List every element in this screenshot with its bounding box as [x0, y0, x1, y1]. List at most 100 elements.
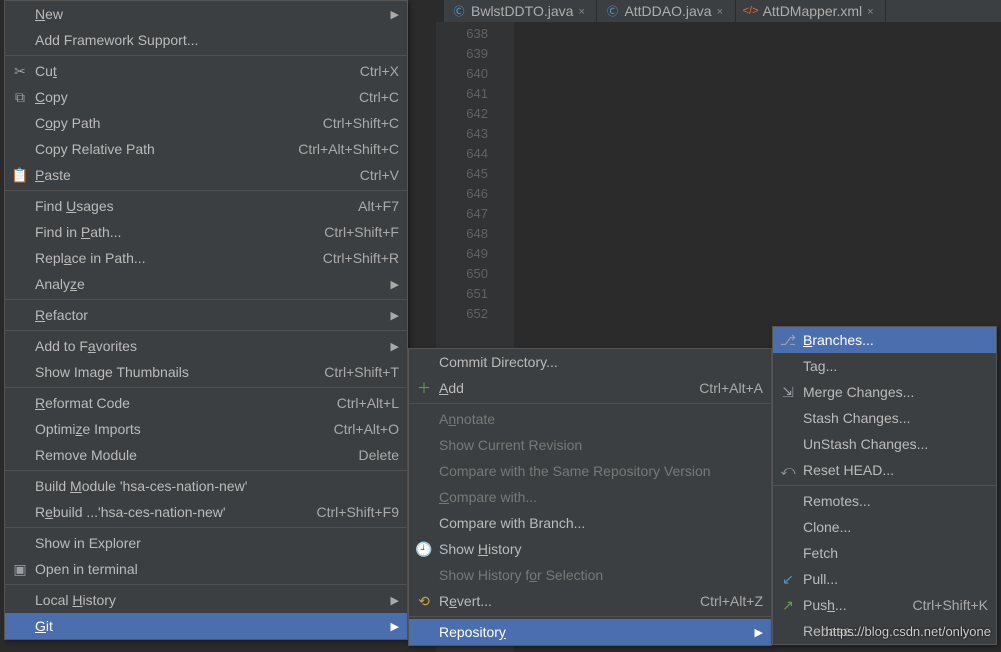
menu-item[interactable]: Refactor▶	[5, 302, 407, 328]
menu-item-label: Reformat Code	[35, 395, 317, 411]
close-icon[interactable]: ×	[717, 6, 727, 16]
menu-item[interactable]: Copy PathCtrl+Shift+C	[5, 110, 407, 136]
menu-shortcut: Ctrl+Alt+A	[699, 380, 763, 396]
menu-separator	[5, 584, 407, 585]
menu-item[interactable]: ⎇Branches...	[773, 327, 996, 353]
menu-item[interactable]: ＋AddCtrl+Alt+A	[409, 375, 771, 401]
revert-icon: ⟲	[415, 592, 433, 610]
menu-shortcut: Ctrl+Alt+Shift+C	[298, 141, 399, 157]
menu-item[interactable]: New▶	[5, 1, 407, 27]
menu-item[interactable]: Remotes...	[773, 488, 996, 514]
menu-shortcut: Ctrl+X	[360, 63, 399, 79]
menu-item-label: Add Framework Support...	[35, 32, 399, 48]
menu-item[interactable]: Find in Path...Ctrl+Shift+F	[5, 219, 407, 245]
menu-item[interactable]: ⇲Merge Changes...	[773, 379, 996, 405]
menu-item-label: Fetch	[803, 545, 988, 561]
menu-item-label: Remotes...	[803, 493, 988, 509]
menu-item[interactable]: 🕘Show History	[409, 536, 771, 562]
menu-item[interactable]: Local History▶	[5, 587, 407, 613]
menu-separator	[5, 387, 407, 388]
menu-item[interactable]: Reformat CodeCtrl+Alt+L	[5, 390, 407, 416]
line-number: 649	[436, 244, 514, 264]
menu-item[interactable]: Compare with Branch...	[409, 510, 771, 536]
menu-item[interactable]: Tag...	[773, 353, 996, 379]
menu-item-label: Compare with the Same Repository Version	[439, 463, 763, 479]
menu-separator	[773, 485, 996, 486]
menu-item[interactable]: Clone...	[773, 514, 996, 540]
menu-item[interactable]: Add Framework Support...	[5, 27, 407, 53]
line-number: 641	[436, 84, 514, 104]
menu-separator	[409, 403, 771, 404]
menu-item[interactable]: Build Module 'hsa-ces-nation-new'	[5, 473, 407, 499]
menu-item[interactable]: Rebuild ...'hsa-ces-nation-new'Ctrl+Shif…	[5, 499, 407, 525]
menu-item-label: Optimize Imports	[35, 421, 314, 437]
menu-item[interactable]: ⤺Reset HEAD...	[773, 457, 996, 483]
context-menu-main: New▶Add Framework Support...✂CutCtrl+X⧉C…	[4, 0, 408, 640]
copy-icon: ⧉	[11, 88, 29, 106]
menu-item-label: Analyze	[35, 276, 389, 292]
menu-item[interactable]: ↗Push...Ctrl+Shift+K	[773, 592, 996, 618]
editor-tab[interactable]: ⒸBwlstDDTO.java×	[444, 0, 597, 22]
menu-item[interactable]: Replace in Path...Ctrl+Shift+R	[5, 245, 407, 271]
menu-item[interactable]: ↙Pull...	[773, 566, 996, 592]
menu-shortcut: Ctrl+C	[359, 89, 399, 105]
menu-item-label: Show Image Thumbnails	[35, 364, 304, 380]
menu-item[interactable]: Add to Favorites▶	[5, 333, 407, 359]
menu-item[interactable]: Repository▶	[409, 619, 771, 645]
menu-item-label: Tag...	[803, 358, 988, 374]
editor-tab-bar: ⒸBwlstDDTO.java×ⒸAttDDAO.java×</>AttDMap…	[444, 0, 1001, 22]
menu-item[interactable]: ▣Open in terminal	[5, 556, 407, 582]
menu-shortcut: Ctrl+Alt+Z	[700, 593, 763, 609]
menu-item[interactable]: Analyze▶	[5, 271, 407, 297]
menu-shortcut: Ctrl+V	[360, 167, 399, 183]
pull-icon: ↙	[779, 570, 797, 588]
editor-tab[interactable]: </> AttDMapper.xml ×	[736, 0, 887, 22]
menu-item[interactable]: Optimize ImportsCtrl+Alt+O	[5, 416, 407, 442]
close-icon[interactable]: ×	[867, 6, 877, 16]
menu-item[interactable]: ⧉CopyCtrl+C	[5, 84, 407, 110]
menu-item-label: Revert...	[439, 593, 680, 609]
line-number: 640	[436, 64, 514, 84]
menu-item-label: Commit Directory...	[439, 354, 763, 370]
menu-shortcut: Ctrl+Shift+T	[324, 364, 399, 380]
menu-item: Show Current Revision	[409, 432, 771, 458]
menu-item[interactable]: Git▶	[5, 613, 407, 639]
line-number: 639	[436, 44, 514, 64]
line-number: 646	[436, 184, 514, 204]
menu-item-label: Repository	[439, 624, 753, 640]
menu-item[interactable]: Stash Changes...	[773, 405, 996, 431]
close-icon[interactable]: ×	[578, 6, 588, 16]
menu-item[interactable]: UnStash Changes...	[773, 431, 996, 457]
menu-item[interactable]: Fetch	[773, 540, 996, 566]
menu-item-label: Show in Explorer	[35, 535, 399, 551]
menu-item-label: Annotate	[439, 411, 763, 427]
cut-icon: ✂	[11, 62, 29, 80]
menu-item-label: Local History	[35, 592, 389, 608]
add-icon: ＋	[415, 379, 433, 397]
menu-item-label: Find Usages	[35, 198, 338, 214]
menu-item[interactable]: 📋PasteCtrl+V	[5, 162, 407, 188]
push-icon: ↗	[779, 596, 797, 614]
line-number: 647	[436, 204, 514, 224]
editor-tab[interactable]: ⒸAttDDAO.java×	[597, 0, 735, 22]
menu-item[interactable]: Show in Explorer	[5, 530, 407, 556]
menu-item[interactable]: ✂CutCtrl+X	[5, 58, 407, 84]
menu-item[interactable]: Copy Relative PathCtrl+Alt+Shift+C	[5, 136, 407, 162]
tab-label: AttDDAO.java	[624, 3, 711, 19]
merge-icon: ⇲	[779, 383, 797, 401]
menu-item[interactable]: Find UsagesAlt+F7	[5, 193, 407, 219]
menu-shortcut: Ctrl+Shift+F	[324, 224, 399, 240]
menu-item[interactable]: Commit Directory...	[409, 349, 771, 375]
menu-item[interactable]: ⟲ Revert... Ctrl+Alt+Z	[409, 588, 771, 614]
menu-item[interactable]: Remove ModuleDelete	[5, 442, 407, 468]
xml-icon: </>	[744, 4, 758, 18]
menu-separator	[5, 330, 407, 331]
tab-label: AttDMapper.xml	[763, 3, 863, 19]
menu-separator	[5, 470, 407, 471]
line-number: 644	[436, 144, 514, 164]
menu-shortcut: Ctrl+Shift+K	[913, 597, 988, 613]
terminal-icon: ▣	[11, 560, 29, 578]
menu-item-label: Rebuild ...'hsa-ces-nation-new'	[35, 504, 297, 520]
submenu-arrow-icon: ▶	[753, 626, 763, 639]
menu-item[interactable]: Show Image Thumbnails Ctrl+Shift+T	[5, 359, 407, 385]
